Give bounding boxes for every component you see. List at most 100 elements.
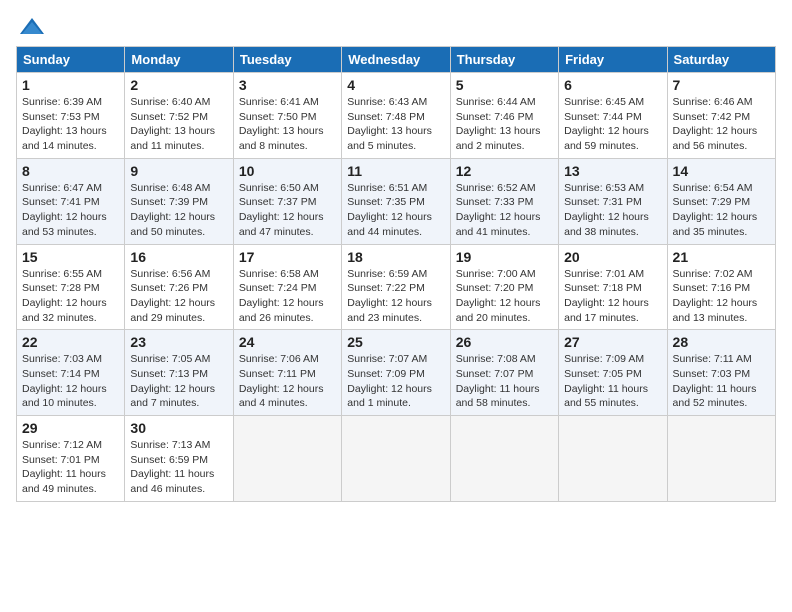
calendar-cell [450,416,558,502]
day-detail: Sunrise: 7:02 AMSunset: 7:16 PMDaylight:… [673,267,770,326]
day-number: 11 [347,163,444,179]
calendar-cell: 11 Sunrise: 6:51 AMSunset: 7:35 PMDayligh… [342,158,450,244]
day-number: 26 [456,334,553,350]
calendar-cell: 20 Sunrise: 7:01 AMSunset: 7:18 PMDayligh… [559,244,667,330]
day-detail: Sunrise: 6:53 AMSunset: 7:31 PMDaylight:… [564,181,661,240]
day-detail: Sunrise: 7:00 AMSunset: 7:20 PMDaylight:… [456,267,553,326]
day-detail: Sunrise: 7:01 AMSunset: 7:18 PMDaylight:… [564,267,661,326]
day-detail: Sunrise: 6:56 AMSunset: 7:26 PMDaylight:… [130,267,227,326]
day-detail: Sunrise: 7:08 AMSunset: 7:07 PMDaylight:… [456,352,553,411]
weekday-header-friday: Friday [559,47,667,73]
calendar-cell: 6 Sunrise: 6:45 AMSunset: 7:44 PMDaylight… [559,73,667,159]
day-number: 15 [22,249,119,265]
calendar-header-row: SundayMondayTuesdayWednesdayThursdayFrid… [17,47,776,73]
calendar-cell: 17Sunrise: 6:58 AMSunset: 7:24 PMDayligh… [233,244,341,330]
day-number: 5 [456,77,553,93]
day-detail: Sunrise: 6:46 AMSunset: 7:42 PMDaylight:… [673,95,770,154]
calendar-cell: 5 Sunrise: 6:44 AMSunset: 7:46 PMDaylight… [450,73,558,159]
day-number: 25 [347,334,444,350]
day-number: 16 [130,249,227,265]
weekday-header-wednesday: Wednesday [342,47,450,73]
day-detail: Sunrise: 6:50 AMSunset: 7:37 PMDaylight:… [239,181,336,240]
day-number: 30 [130,420,227,436]
calendar-cell: 18Sunrise: 6:59 AMSunset: 7:22 PMDayligh… [342,244,450,330]
calendar-cell [559,416,667,502]
weekday-header-tuesday: Tuesday [233,47,341,73]
day-number: 12 [456,163,553,179]
calendar-cell: 29Sunrise: 7:12 AMSunset: 7:01 PMDayligh… [17,416,125,502]
weekday-header-monday: Monday [125,47,233,73]
day-detail: Sunrise: 6:40 AMSunset: 7:52 PMDaylight:… [130,95,227,154]
day-detail: Sunrise: 6:51 AMSunset: 7:35 PMDaylight:… [347,181,444,240]
calendar-cell: 7 Sunrise: 6:46 AMSunset: 7:42 PMDaylight… [667,73,775,159]
day-number: 13 [564,163,661,179]
calendar-cell: 21 Sunrise: 7:02 AMSunset: 7:16 PMDayligh… [667,244,775,330]
day-number: 3 [239,77,336,93]
day-number: 29 [22,420,119,436]
day-detail: Sunrise: 7:06 AMSunset: 7:11 PMDaylight:… [239,352,336,411]
calendar-cell: 10 Sunrise: 6:50 AMSunset: 7:37 PMDayligh… [233,158,341,244]
calendar-cell: 19 Sunrise: 7:00 AMSunset: 7:20 PMDayligh… [450,244,558,330]
calendar-cell: 4 Sunrise: 6:43 AMSunset: 7:48 PMDaylight… [342,73,450,159]
day-detail: Sunrise: 6:41 AMSunset: 7:50 PMDaylight:… [239,95,336,154]
calendar-week-row: 22 Sunrise: 7:03 AMSunset: 7:14 PMDayligh… [17,330,776,416]
day-detail: Sunrise: 6:45 AMSunset: 7:44 PMDaylight:… [564,95,661,154]
weekday-header-sunday: Sunday [17,47,125,73]
day-number: 6 [564,77,661,93]
day-number: 10 [239,163,336,179]
calendar-week-row: 8 Sunrise: 6:47 AMSunset: 7:41 PMDaylight… [17,158,776,244]
calendar-cell: 24 Sunrise: 7:06 AMSunset: 7:11 PMDayligh… [233,330,341,416]
calendar-cell: 12 Sunrise: 6:52 AMSunset: 7:33 PMDayligh… [450,158,558,244]
calendar-week-row: 15 Sunrise: 6:55 AMSunset: 7:28 PMDayligh… [17,244,776,330]
day-detail: Sunrise: 6:43 AMSunset: 7:48 PMDaylight:… [347,95,444,154]
day-detail: Sunrise: 7:11 AMSunset: 7:03 PMDaylight:… [673,352,770,411]
calendar-week-row: 1Sunrise: 6:39 AMSunset: 7:53 PMDaylight… [17,73,776,159]
day-detail: Sunrise: 7:07 AMSunset: 7:09 PMDaylight:… [347,352,444,411]
day-number: 7 [673,77,770,93]
day-number: 19 [456,249,553,265]
calendar-cell: 14 Sunrise: 6:54 AMSunset: 7:29 PMDayligh… [667,158,775,244]
day-number: 2 [130,77,227,93]
day-number: 4 [347,77,444,93]
calendar-table: SundayMondayTuesdayWednesdayThursdayFrid… [16,46,776,502]
calendar-cell: 26 Sunrise: 7:08 AMSunset: 7:07 PMDayligh… [450,330,558,416]
calendar-cell: 8 Sunrise: 6:47 AMSunset: 7:41 PMDaylight… [17,158,125,244]
calendar-cell: 3 Sunrise: 6:41 AMSunset: 7:50 PMDaylight… [233,73,341,159]
calendar-cell: 16 Sunrise: 6:56 AMSunset: 7:26 PMDayligh… [125,244,233,330]
calendar-cell: 22 Sunrise: 7:03 AMSunset: 7:14 PMDayligh… [17,330,125,416]
weekday-header-thursday: Thursday [450,47,558,73]
day-number: 20 [564,249,661,265]
day-number: 8 [22,163,119,179]
day-detail: Sunrise: 7:03 AMSunset: 7:14 PMDaylight:… [22,352,119,411]
page-header [16,16,776,38]
calendar-cell: 1Sunrise: 6:39 AMSunset: 7:53 PMDaylight… [17,73,125,159]
day-number: 22 [22,334,119,350]
day-detail: Sunrise: 6:44 AMSunset: 7:46 PMDaylight:… [456,95,553,154]
day-detail: Sunrise: 6:48 AMSunset: 7:39 PMDaylight:… [130,181,227,240]
day-detail: Sunrise: 6:55 AMSunset: 7:28 PMDaylight:… [22,267,119,326]
day-number: 23 [130,334,227,350]
day-number: 14 [673,163,770,179]
calendar-cell [233,416,341,502]
calendar-cell: 30 Sunrise: 7:13 AMSunset: 6:59 PMDayligh… [125,416,233,502]
calendar-cell: 23 Sunrise: 7:05 AMSunset: 7:13 PMDayligh… [125,330,233,416]
calendar-cell: 27Sunrise: 7:09 AMSunset: 7:05 PMDayligh… [559,330,667,416]
day-detail: Sunrise: 7:05 AMSunset: 7:13 PMDaylight:… [130,352,227,411]
calendar-cell: 15 Sunrise: 6:55 AMSunset: 7:28 PMDayligh… [17,244,125,330]
weekday-header-saturday: Saturday [667,47,775,73]
calendar-cell: 13 Sunrise: 6:53 AMSunset: 7:31 PMDayligh… [559,158,667,244]
logo-icon [18,16,46,38]
day-number: 17 [239,249,336,265]
day-number: 24 [239,334,336,350]
day-detail: Sunrise: 6:47 AMSunset: 7:41 PMDaylight:… [22,181,119,240]
day-detail: Sunrise: 6:52 AMSunset: 7:33 PMDaylight:… [456,181,553,240]
day-detail: Sunrise: 6:59 AMSunset: 7:22 PMDaylight:… [347,267,444,326]
day-number: 21 [673,249,770,265]
day-detail: Sunrise: 6:39 AMSunset: 7:53 PMDaylight:… [22,95,119,154]
day-detail: Sunrise: 7:13 AMSunset: 6:59 PMDaylight:… [130,438,227,497]
day-number: 27 [564,334,661,350]
day-detail: Sunrise: 6:54 AMSunset: 7:29 PMDaylight:… [673,181,770,240]
calendar-cell [667,416,775,502]
day-number: 28 [673,334,770,350]
calendar-week-row: 29Sunrise: 7:12 AMSunset: 7:01 PMDayligh… [17,416,776,502]
